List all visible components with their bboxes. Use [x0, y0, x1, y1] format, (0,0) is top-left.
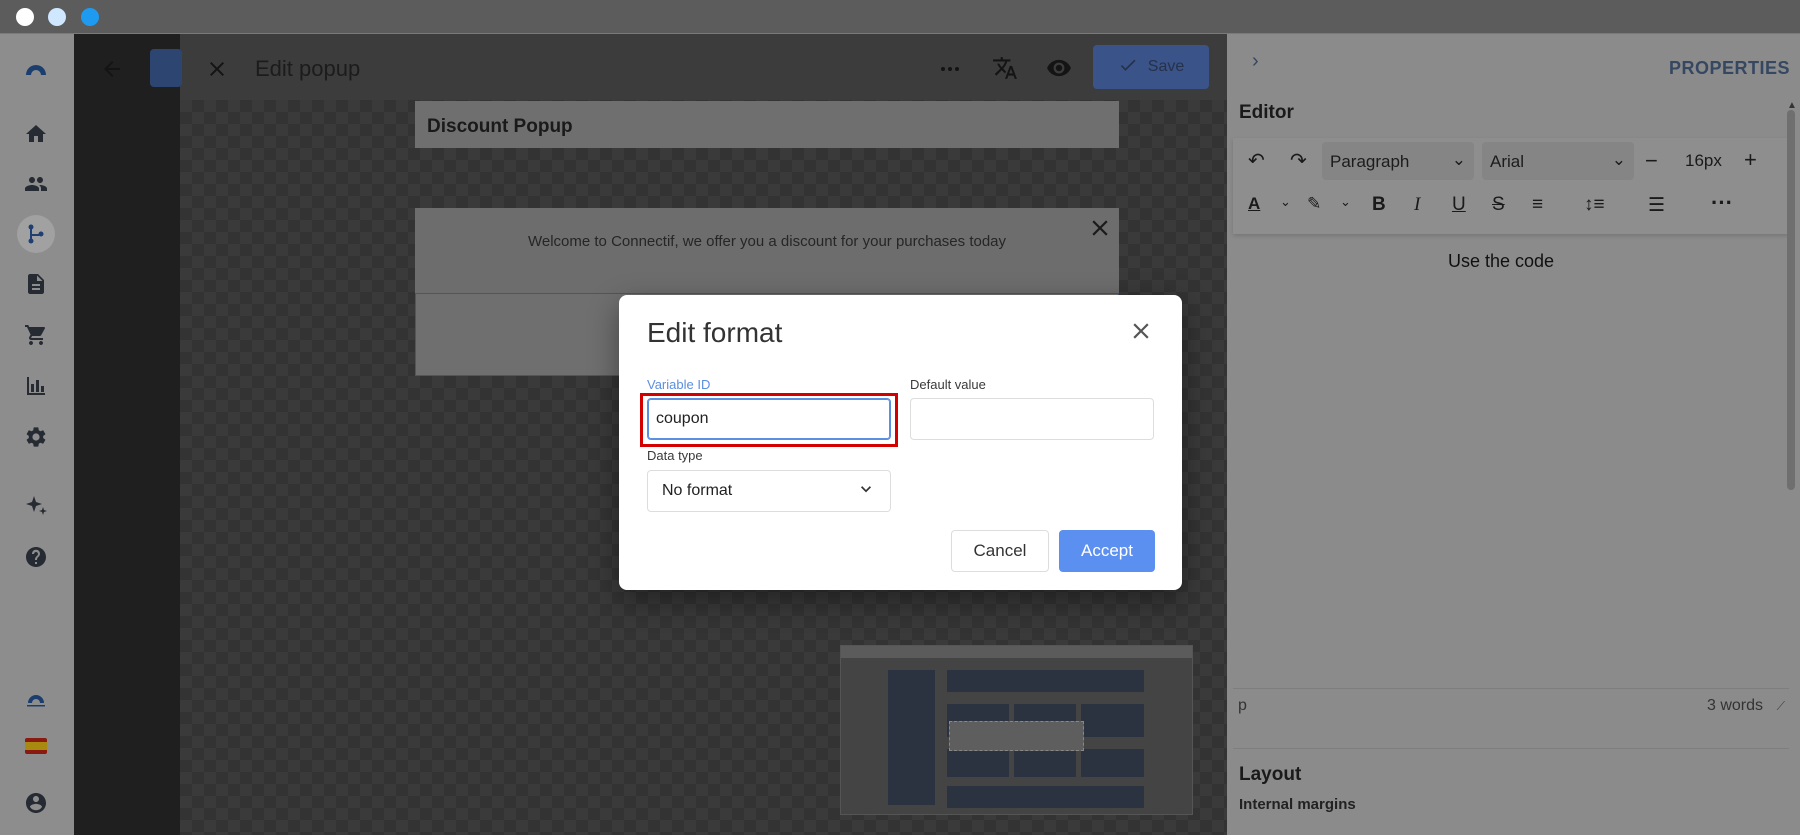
editor-status-bar: p 3 words ⟋: [1233, 688, 1789, 718]
chevron-down-icon: [856, 479, 876, 504]
panel-scrollbar[interactable]: [1787, 110, 1795, 490]
users-icon[interactable]: [21, 169, 51, 199]
close-editor-icon[interactable]: [203, 55, 231, 83]
align-icon[interactable]: ≡: [1532, 194, 1543, 216]
save-button[interactable]: Save: [1093, 45, 1209, 89]
chevron-down-icon[interactable]: ⌄: [1280, 194, 1291, 210]
italic-icon[interactable]: I: [1414, 194, 1420, 216]
font-family-value: Arial: [1490, 152, 1525, 171]
more-options-icon[interactable]: [936, 55, 964, 83]
back-arrow-icon[interactable]: [98, 55, 126, 83]
internal-margins-label: Internal margins: [1239, 796, 1356, 813]
cart-icon[interactable]: [21, 320, 51, 350]
editor-title: Edit popup: [255, 56, 361, 81]
mini-card: [1081, 749, 1144, 777]
flag-es-icon[interactable]: [21, 731, 51, 761]
popup-title: Discount Popup: [415, 101, 1119, 148]
bold-icon[interactable]: B: [1372, 194, 1386, 216]
popup-message-block[interactable]: Welcome to Connectif, we offer you a dis…: [415, 208, 1119, 293]
translate-icon[interactable]: [990, 53, 1020, 83]
properties-header: PROPERTIES: [1668, 58, 1790, 78]
device-toggle-button[interactable]: [150, 49, 182, 87]
mini-card: [1014, 749, 1076, 777]
chevron-down-icon[interactable]: ⌄: [1340, 194, 1351, 210]
editor-content-text[interactable]: Use the code: [1448, 251, 1554, 272]
data-type-value: No format: [662, 482, 733, 499]
font-size-value[interactable]: 16px: [1685, 151, 1722, 171]
default-value-label: Default value: [910, 377, 986, 392]
redo-icon[interactable]: ↷: [1290, 148, 1307, 173]
chevron-down-icon: ⌄: [1611, 150, 1626, 169]
maximize-window-dot[interactable]: [81, 8, 99, 26]
minimize-window-dot[interactable]: [48, 8, 66, 26]
document-icon[interactable]: [21, 269, 51, 299]
cancel-button[interactable]: Cancel: [951, 530, 1049, 572]
more-icon[interactable]: ···: [1711, 190, 1733, 216]
check-icon: [1118, 55, 1138, 80]
left-nav: [0, 34, 74, 835]
popup-close-icon[interactable]: [1087, 215, 1113, 241]
default-value-input[interactable]: [910, 398, 1154, 440]
mini-card: [947, 749, 1009, 777]
scroll-up-icon[interactable]: ▲: [1787, 100, 1797, 111]
line-height-icon[interactable]: ↕≡: [1584, 194, 1605, 216]
edit-format-dialog: Edit format Variable ID Default value Da…: [619, 295, 1182, 590]
mini-preview-bar: [841, 646, 1192, 658]
preview-eye-icon[interactable]: [1044, 53, 1074, 83]
highlight-color-icon[interactable]: ✎: [1307, 194, 1321, 214]
undo-icon[interactable]: ↶: [1248, 148, 1265, 173]
resize-handle-icon[interactable]: ⟋: [1777, 699, 1785, 714]
decrease-font-size-icon[interactable]: −: [1645, 148, 1658, 174]
account-icon[interactable]: [21, 788, 51, 818]
increase-font-size-icon[interactable]: +: [1744, 147, 1757, 173]
block-format-value: Paragraph: [1330, 152, 1410, 171]
workflow-icon[interactable]: [17, 215, 55, 253]
text-color-icon[interactable]: A: [1248, 194, 1260, 214]
divider: [1233, 748, 1789, 749]
mini-header: [947, 670, 1144, 692]
brand-icon: [21, 684, 51, 714]
strikethrough-icon[interactable]: S: [1492, 194, 1505, 216]
chart-icon[interactable]: [21, 371, 51, 401]
mini-popup-indicator: [949, 721, 1084, 751]
data-type-label: Data type: [647, 448, 703, 463]
accept-button[interactable]: Accept: [1059, 530, 1155, 572]
underline-icon[interactable]: U: [1452, 194, 1466, 216]
help-icon[interactable]: [21, 542, 51, 572]
window-titlebar: [0, 0, 1800, 34]
layout-heading: Layout: [1239, 764, 1302, 785]
mini-card: [1081, 704, 1144, 737]
data-type-select[interactable]: No format: [647, 470, 891, 512]
mini-sidebar: [888, 670, 935, 805]
mini-preview[interactable]: [840, 645, 1193, 815]
home-icon[interactable]: [21, 119, 51, 149]
editor-side-strip: [74, 34, 180, 835]
bullet-list-icon[interactable]: ☰: [1648, 194, 1665, 217]
font-family-select[interactable]: Arial ⌄: [1482, 142, 1634, 180]
collapse-panel-icon[interactable]: ›: [1252, 50, 1259, 73]
sparkle-icon[interactable]: [21, 491, 51, 521]
dialog-title: Edit format: [647, 317, 783, 348]
word-count: 3 words: [1706, 697, 1763, 714]
popup-message: Welcome to Connectif, we offer you a dis…: [527, 233, 1007, 250]
logo-icon[interactable]: [21, 54, 51, 84]
close-icon[interactable]: [1128, 318, 1154, 344]
element-path: p: [1238, 697, 1247, 714]
variable-id-label: Variable ID: [647, 377, 711, 392]
gear-icon[interactable]: [21, 422, 51, 452]
save-label: Save: [1147, 58, 1185, 75]
chevron-down-icon: ⌄: [1451, 150, 1466, 169]
variable-id-input[interactable]: [647, 398, 891, 440]
mini-footer: [947, 786, 1144, 808]
block-format-select[interactable]: Paragraph ⌄: [1322, 142, 1474, 180]
editor-heading: Editor: [1239, 102, 1294, 123]
close-window-dot[interactable]: [16, 8, 34, 26]
